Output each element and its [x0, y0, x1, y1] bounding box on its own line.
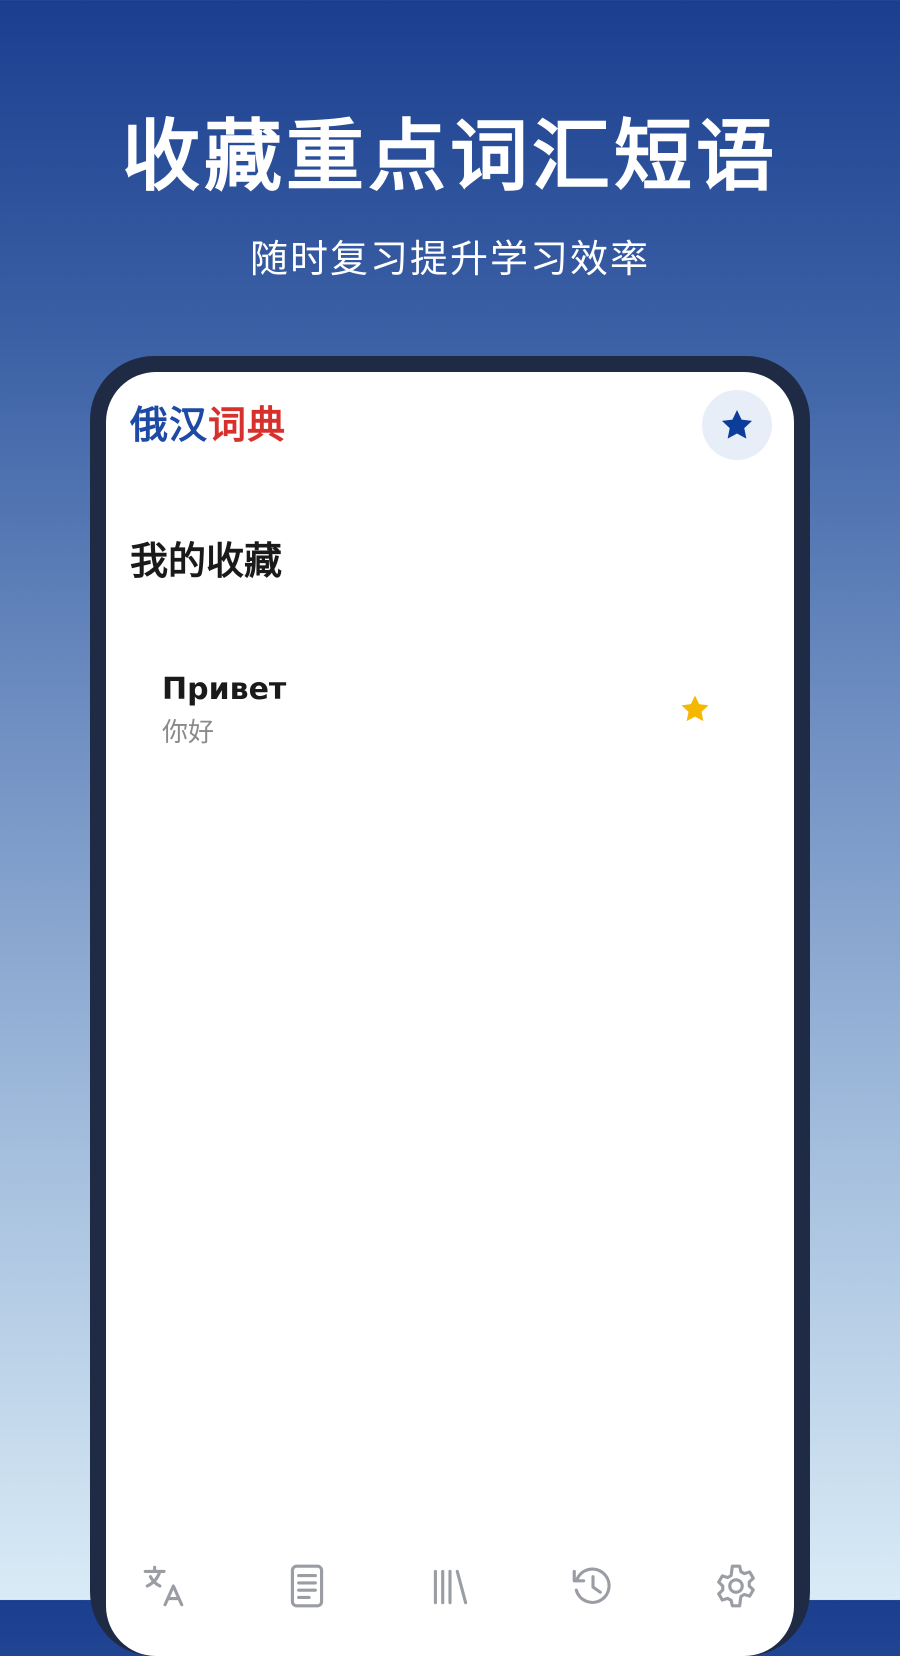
star-icon [721, 409, 753, 439]
logo-text-blue: 俄汉 [130, 403, 209, 447]
settings-icon [717, 1564, 755, 1608]
promo-headline: 收藏重点词汇短语 [121, 112, 778, 202]
logo-text-red: 词典 [208, 403, 287, 447]
favorite-word: Привет [162, 672, 287, 707]
promo-subheadline: 随时复习提升学习效率 [249, 237, 650, 281]
phone-frame: 俄汉词典 我的收藏 Привет 你好 [90, 356, 810, 1656]
app-screen: 俄汉词典 我的收藏 Привет 你好 [106, 372, 794, 1656]
app-header: 俄汉词典 [106, 390, 794, 460]
nav-translate[interactable] [132, 1556, 196, 1616]
translate-icon [143, 1565, 184, 1607]
document-icon [290, 1564, 324, 1608]
favorites-list: Привет 你好 [106, 662, 794, 772]
nav-history[interactable] [561, 1556, 625, 1616]
nav-settings[interactable] [704, 1556, 768, 1616]
nav-library[interactable] [418, 1556, 482, 1616]
star-icon[interactable] [678, 692, 712, 726]
favorite-meaning: 你好 [162, 718, 215, 748]
app-logo: 俄汉词典 [130, 400, 286, 450]
nav-document[interactable] [275, 1556, 339, 1616]
library-icon [433, 1569, 468, 1605]
list-item[interactable]: Привет 你好 [106, 662, 794, 772]
favorites-title: 我的收藏 [130, 539, 283, 583]
favorites-button[interactable] [702, 390, 772, 460]
history-icon [572, 1567, 611, 1604]
bottom-nav [106, 1556, 794, 1616]
